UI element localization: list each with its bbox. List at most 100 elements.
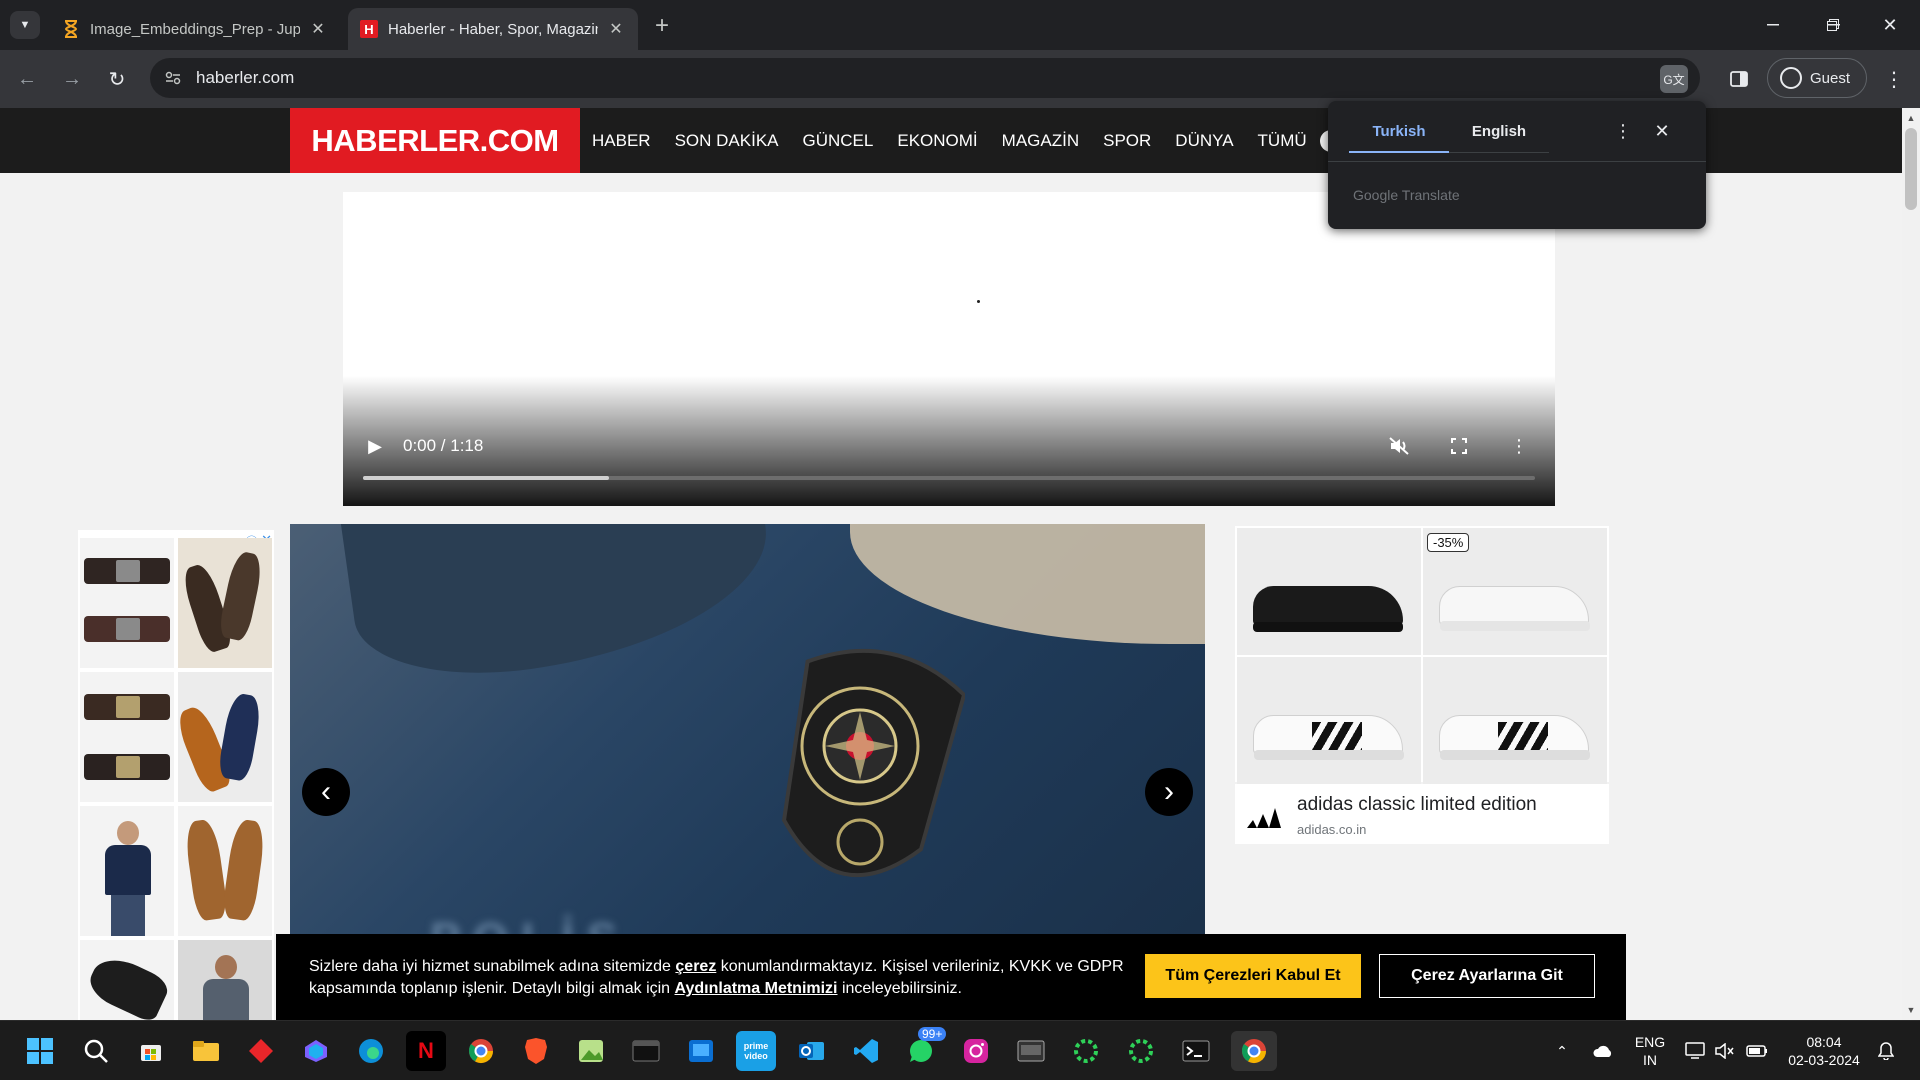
nav-item-haber[interactable]: HABER	[592, 131, 651, 151]
ad-product-sandal[interactable]	[178, 806, 272, 936]
chrome-icon[interactable]	[1231, 1031, 1277, 1071]
chevron-right-icon: ›	[1164, 775, 1174, 808]
terminal-window-icon[interactable]	[626, 1031, 666, 1071]
network-icon[interactable]	[1682, 1021, 1708, 1080]
prime-video-icon[interactable]: prime video	[736, 1031, 776, 1071]
muted-volume-icon[interactable]	[1385, 432, 1413, 460]
address-bar[interactable]: haberler.com	[150, 58, 1700, 98]
tab-title: Image_Embeddings_Prep - Jupyter	[90, 20, 300, 38]
ad-product-sandal[interactable]	[178, 538, 272, 668]
close-icon[interactable]: ✕	[606, 19, 626, 39]
chrome-icon[interactable]	[461, 1031, 501, 1071]
clock[interactable]: 08:04 02-03-2024	[1782, 1033, 1866, 1069]
browser-menu-icon[interactable]: ⋮	[1880, 65, 1908, 93]
profile-button[interactable]: Guest	[1767, 58, 1867, 98]
back-button[interactable]: ←	[12, 64, 42, 94]
tab-jupyter[interactable]: Image_Embeddings_Prep - Jupyter ✕	[50, 8, 340, 50]
slider-next-button[interactable]: ›	[1145, 768, 1193, 816]
keyboard-language[interactable]: ENG IN	[1628, 1033, 1672, 1069]
loading-ring-icon[interactable]	[1121, 1031, 1161, 1071]
brave-icon[interactable]	[516, 1031, 556, 1071]
site-logo[interactable]: HABERLER.COM	[290, 108, 580, 173]
outlook-icon[interactable]	[791, 1031, 831, 1071]
right-ad-footer[interactable]: adidas classic limited edition adidas.co…	[1235, 784, 1609, 844]
haberler-favicon-icon: H	[360, 20, 378, 38]
right-ad-banner[interactable]: ⓘ✕ -35%	[1235, 526, 1609, 784]
close-icon[interactable]: ✕	[308, 19, 328, 39]
photos-app-icon[interactable]	[571, 1031, 611, 1071]
netflix-icon[interactable]: N	[406, 1031, 446, 1071]
side-panel-icon[interactable]	[1725, 65, 1753, 93]
ad-product-blazer[interactable]	[178, 940, 272, 1020]
battery-icon[interactable]	[1744, 1021, 1770, 1080]
privacy-notice-link[interactable]: Aydınlatma Metnimizi	[675, 980, 838, 997]
ad-product-white-sneaker[interactable]: -35%	[1423, 528, 1607, 655]
accept-all-cookies-button[interactable]: Tüm Çerezleri Kabul Et	[1145, 954, 1361, 998]
start-icon[interactable]	[20, 1031, 60, 1071]
file-explorer-icon[interactable]	[186, 1031, 226, 1071]
clock-date: 02-03-2024	[1788, 1052, 1860, 1068]
video-player[interactable]: ▶ 0:00 / 1:18 ⋮	[343, 192, 1555, 506]
ad-product-belt[interactable]	[80, 672, 174, 802]
minimize-window-button[interactable]	[1745, 0, 1801, 50]
copilot-icon[interactable]	[296, 1031, 336, 1071]
nav-item-son-dakika[interactable]: SON DAKİKA	[675, 131, 779, 151]
tab-search-button[interactable]: ▼	[10, 11, 40, 39]
region-code: IN	[1643, 1052, 1657, 1068]
nav-item-guncel[interactable]: GÜNCEL	[803, 131, 874, 151]
ad-product-striped-sneaker[interactable]	[1423, 657, 1607, 784]
scroll-up-icon[interactable]: ▲	[1902, 110, 1920, 126]
cookie-link[interactable]: çerez	[675, 958, 716, 975]
onedrive-icon[interactable]	[1588, 1021, 1618, 1080]
ad-product-striped-sneaker[interactable]	[1237, 657, 1421, 784]
edge-icon[interactable]	[351, 1031, 391, 1071]
restore-window-button[interactable]	[1805, 0, 1861, 50]
ad-product-shirt[interactable]	[80, 806, 174, 936]
restore-icon	[1827, 19, 1839, 31]
search-icon[interactable]	[76, 1031, 116, 1071]
ad-headline[interactable]: adidas classic limited edition	[1297, 794, 1537, 816]
virtual-machine-icon[interactable]	[1011, 1031, 1051, 1071]
ad-product-shoe[interactable]	[80, 940, 174, 1020]
new-tab-button[interactable]: +	[648, 12, 676, 40]
nav-item-ekonomi[interactable]: EKONOMİ	[897, 131, 977, 151]
fullscreen-icon[interactable]	[1445, 432, 1473, 460]
nav-item-magazin[interactable]: MAGAZİN	[1002, 131, 1079, 151]
scroll-down-icon[interactable]: ▼	[1902, 1002, 1920, 1018]
reload-button[interactable]: ↻	[102, 64, 132, 94]
forward-button[interactable]: →	[57, 64, 87, 94]
nav-item-tumu[interactable]: TÜMÜ	[1258, 131, 1307, 151]
ad-product-flip-flop[interactable]	[178, 672, 272, 802]
language-tab-turkish[interactable]: Turkish	[1349, 111, 1449, 153]
play-icon[interactable]: ▶	[363, 434, 387, 458]
app-red-diamond-icon[interactable]	[241, 1031, 281, 1071]
video-progress-track[interactable]	[363, 476, 1535, 480]
instagram-icon[interactable]	[956, 1031, 996, 1071]
vscode-icon[interactable]	[846, 1031, 886, 1071]
ad-product-belt[interactable]	[80, 538, 174, 668]
slider-prev-button[interactable]: ‹	[302, 768, 350, 816]
scrollbar-thumb[interactable]	[1905, 128, 1917, 210]
command-prompt-icon[interactable]	[1176, 1031, 1216, 1071]
close-window-button[interactable]: ✕	[1862, 0, 1918, 50]
site-info-icon[interactable]	[158, 63, 188, 93]
microsoft-store-icon[interactable]	[131, 1031, 171, 1071]
chevron-up-icon[interactable]: ⌃	[1548, 1021, 1576, 1080]
translate-options-icon[interactable]: ⋮	[1611, 117, 1635, 145]
nav-item-dunya[interactable]: DÜNYA	[1175, 131, 1233, 151]
tab-haberler[interactable]: H Haberler - Haber, Spor, Magazin ✕	[348, 8, 638, 50]
close-icon[interactable]: ✕	[1648, 117, 1676, 145]
notification-bell-icon[interactable]	[1872, 1021, 1900, 1080]
left-ad-banner[interactable]: ⓘ✕	[78, 530, 274, 1020]
loading-ring-icon[interactable]	[1066, 1031, 1106, 1071]
language-tab-english[interactable]: English	[1449, 111, 1549, 153]
windows-app-icon[interactable]	[681, 1031, 721, 1071]
nav-item-spor[interactable]: SPOR	[1103, 131, 1151, 151]
page-scrollbar[interactable]: ▲ ▼	[1902, 108, 1920, 1020]
arrow-right-icon: →	[62, 67, 82, 90]
cookie-settings-button[interactable]: Çerez Ayarlarına Git	[1379, 954, 1595, 998]
ad-product-black-sneaker[interactable]	[1237, 528, 1421, 655]
volume-muted-icon[interactable]	[1712, 1021, 1738, 1080]
video-options-icon[interactable]: ⋮	[1505, 432, 1533, 460]
translate-icon[interactable]: G文	[1660, 65, 1688, 93]
